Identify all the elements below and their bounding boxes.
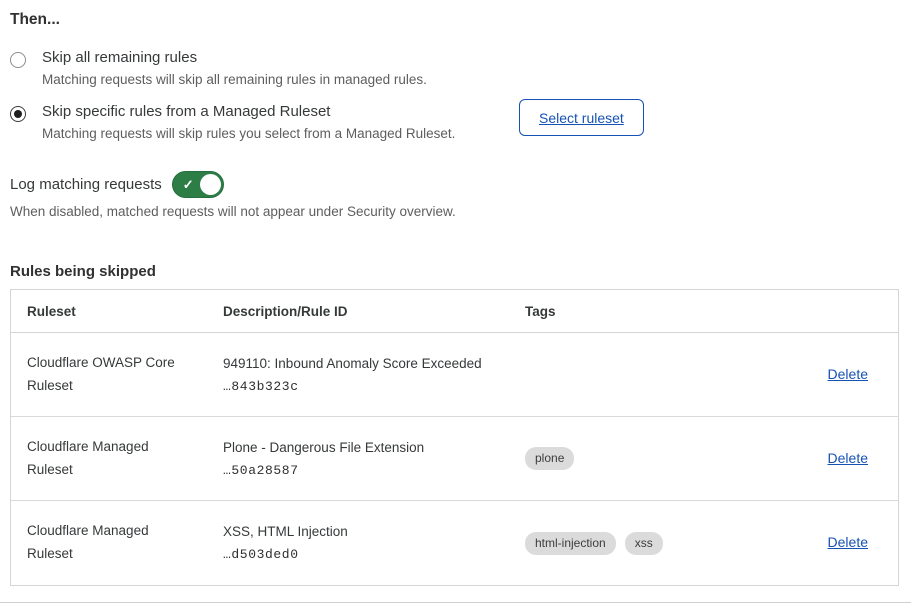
radio-option-label[interactable]: Skip specific rules from a Managed Rules… <box>42 103 455 120</box>
radio-skip-all[interactable] <box>10 52 26 68</box>
radio-option-skip-all[interactable]: Skip all remaining rules Matching reques… <box>10 49 510 87</box>
ruleset-name: Cloudflare Managed Ruleset <box>11 520 207 566</box>
ruleset-name: Cloudflare OWASP Core Ruleset <box>11 352 207 398</box>
column-header-ruleset: Ruleset <box>11 304 207 319</box>
rule-description: Plone - Dangerous File Extension <box>223 440 509 455</box>
radio-option-description: Matching requests will skip all remainin… <box>42 72 427 87</box>
radio-option-description: Matching requests will skip rules you se… <box>42 126 455 141</box>
rule-id: …d503ded0 <box>223 547 509 562</box>
check-icon: ✓ <box>183 177 194 190</box>
rule-description: XSS, HTML Injection <box>223 524 509 539</box>
table-row: Cloudflare Managed Ruleset XSS, HTML Inj… <box>11 501 898 585</box>
then-heading: Then... <box>10 11 60 29</box>
rule-description: 949110: Inbound Anomaly Score Exceeded <box>223 356 509 371</box>
delete-link[interactable]: Delete <box>828 366 868 382</box>
tag-pill: plone <box>525 447 574 470</box>
tags-cell: html-injection xss <box>509 532 795 555</box>
radio-option-label[interactable]: Skip all remaining rules <box>42 49 427 66</box>
select-ruleset-button[interactable]: Select ruleset <box>519 99 644 136</box>
delete-link[interactable]: Delete <box>828 450 868 466</box>
column-header-description: Description/Rule ID <box>207 304 509 319</box>
table-row: Cloudflare OWASP Core Ruleset 949110: In… <box>11 333 898 417</box>
tag-pill: xss <box>625 532 663 555</box>
delete-link[interactable]: Delete <box>828 534 868 550</box>
tag-pill: html-injection <box>525 532 616 555</box>
tags-cell: plone <box>509 447 795 470</box>
rule-id: …843b323c <box>223 379 509 394</box>
rule-id: …50a28587 <box>223 463 509 478</box>
log-matching-label: Log matching requests <box>10 176 162 193</box>
rules-being-skipped-heading: Rules being skipped <box>10 263 156 280</box>
table-header-row: Ruleset Description/Rule ID Tags <box>11 290 898 333</box>
table-row: Cloudflare Managed Ruleset Plone - Dange… <box>11 417 898 501</box>
log-matching-toggle[interactable]: ✓ <box>172 171 224 198</box>
radio-skip-specific[interactable] <box>10 106 26 122</box>
column-header-tags: Tags <box>509 304 795 319</box>
radio-option-skip-specific[interactable]: Skip specific rules from a Managed Rules… <box>10 103 510 141</box>
bottom-divider <box>0 602 911 603</box>
toggle-knob[interactable] <box>200 174 221 195</box>
log-matching-description: When disabled, matched requests will not… <box>10 204 456 219</box>
ruleset-name: Cloudflare Managed Ruleset <box>11 436 207 482</box>
rules-table: Ruleset Description/Rule ID Tags Cloudfl… <box>10 289 899 586</box>
